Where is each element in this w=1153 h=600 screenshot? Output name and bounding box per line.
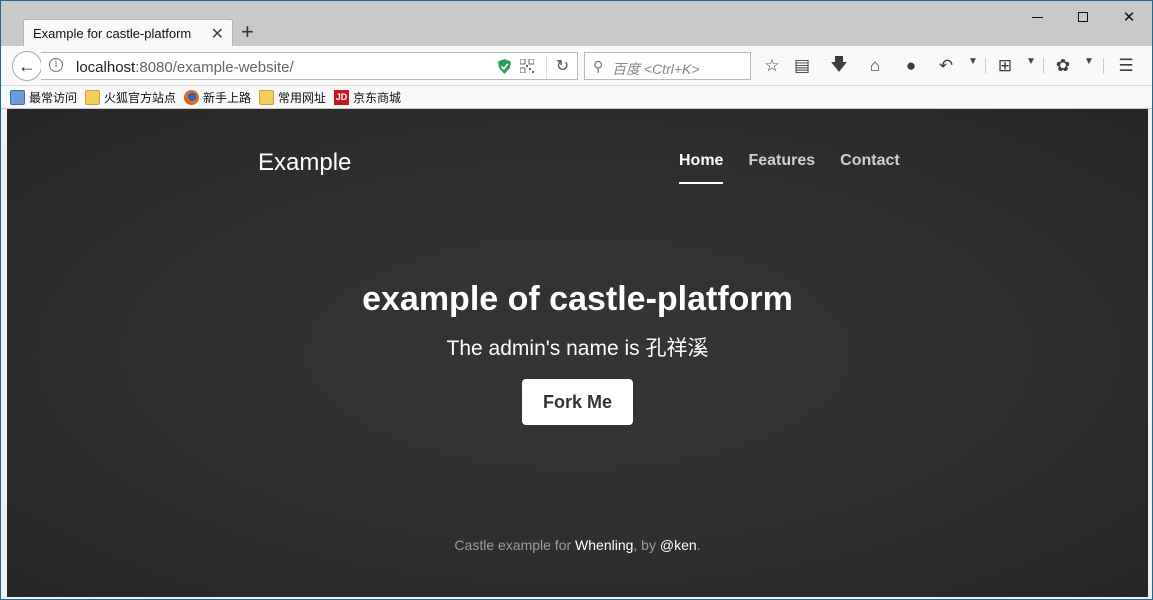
- extension-dropdown-icon[interactable]: ▼: [1084, 56, 1094, 67]
- tab-close-icon[interactable]: ✕: [211, 24, 224, 44]
- qr-code-icon[interactable]: [520, 59, 534, 73]
- hero-title: example of castle-platform: [362, 280, 793, 318]
- download-icon[interactable]: 🡇: [828, 55, 850, 77]
- toolbar-separator: [985, 58, 986, 74]
- close-icon: ✕: [1122, 9, 1136, 26]
- crop-icon[interactable]: ⊞: [994, 55, 1016, 77]
- toolbar-separator: [1103, 58, 1104, 74]
- footer-suffix: .: [696, 537, 701, 553]
- firefox-icon: [184, 90, 199, 105]
- toolbar-separator: [1043, 58, 1044, 74]
- url-host: localhost: [76, 59, 136, 76]
- search-placeholder: 百度 <Ctrl+K>: [612, 61, 700, 77]
- minimize-icon: [1031, 16, 1043, 18]
- most-visited-icon: [10, 90, 25, 105]
- shield-icon[interactable]: [498, 59, 511, 74]
- bookmark-label: 火狐官方站点: [104, 91, 177, 105]
- hamburger-menu-icon[interactable]: ☰: [1115, 55, 1137, 77]
- nav-home[interactable]: Home: [679, 152, 724, 184]
- back-arrow-icon: ←: [18, 55, 36, 76]
- back-button[interactable]: ←: [12, 51, 42, 81]
- bookmark-label: 最常访问: [29, 91, 78, 105]
- bookmark-getting-started[interactable]: 新手上路: [184, 89, 251, 106]
- bookmarks-bar: 最常访问 火狐官方站点 新手上路 常用网址 JD 京东商城: [1, 86, 1152, 109]
- bookmark-label: 京东商城: [353, 91, 402, 105]
- navigation-toolbar: ← i localhost:8080/example-website/ ↻ ⚲ …: [1, 46, 1152, 86]
- browser-window: Example for castle-platform ✕ + ✕ ← i lo…: [0, 0, 1153, 600]
- bookmark-firefox-official[interactable]: 火狐官方站点: [85, 89, 176, 106]
- close-window-button[interactable]: ✕: [1106, 1, 1152, 33]
- minimize-button[interactable]: [1014, 1, 1060, 33]
- url-path: :8080/example-website/: [135, 59, 294, 76]
- footer-middle: , by: [633, 537, 660, 553]
- nav-features[interactable]: Features: [748, 152, 815, 184]
- window-controls: ✕: [1014, 1, 1152, 33]
- tab-strip: Example for castle-platform ✕ + ✕: [1, 1, 1152, 47]
- url-text[interactable]: localhost:8080/example-website/: [76, 59, 294, 76]
- home-icon[interactable]: ⌂: [864, 55, 886, 77]
- bookmark-star-icon[interactable]: ☆: [761, 55, 783, 77]
- reading-list-icon[interactable]: ▤: [791, 55, 813, 77]
- chat-bubble-icon[interactable]: ●: [900, 55, 922, 77]
- bookmark-label: 常用网址: [278, 91, 327, 105]
- bookmark-label: 新手上路: [203, 91, 252, 105]
- search-icon: ⚲: [593, 58, 604, 74]
- bookmark-jd-mall[interactable]: JD 京东商城: [334, 89, 401, 106]
- site-nav: Home Features Contact: [679, 152, 900, 184]
- maximize-button[interactable]: [1060, 1, 1106, 33]
- bookmark-most-visited[interactable]: 最常访问: [10, 89, 77, 106]
- web-page: Example Home Features Contact example of…: [7, 109, 1148, 597]
- undo-icon[interactable]: ↶: [935, 55, 957, 77]
- folder-icon: [85, 90, 100, 105]
- browser-tab[interactable]: Example for castle-platform ✕: [23, 19, 233, 47]
- undo-dropdown-icon[interactable]: ▼: [968, 56, 978, 67]
- extension-icon[interactable]: ✿: [1052, 55, 1074, 77]
- footer-text: Castle example for Whenling, by @ken.: [7, 537, 1148, 553]
- footer-link-ken[interactable]: @ken: [660, 537, 697, 553]
- site-brand[interactable]: Example: [258, 149, 351, 177]
- search-bar[interactable]: ⚲ 百度 <Ctrl+K>: [584, 52, 751, 80]
- bookmark-common-sites[interactable]: 常用网址: [259, 89, 326, 106]
- tab-title: Example for castle-platform: [33, 26, 192, 41]
- info-icon[interactable]: i: [49, 58, 63, 72]
- footer-prefix: Castle example for: [454, 537, 576, 553]
- fork-me-button[interactable]: Fork Me: [522, 379, 633, 425]
- crop-dropdown-icon[interactable]: ▼: [1026, 56, 1036, 67]
- folder-icon: [259, 90, 274, 105]
- reload-icon[interactable]: ↻: [546, 55, 578, 79]
- jd-icon: JD: [334, 90, 349, 105]
- maximize-icon: [1078, 12, 1088, 22]
- url-bar[interactable]: i localhost:8080/example-website/ ↻: [41, 52, 578, 80]
- new-tab-button[interactable]: +: [241, 20, 254, 44]
- footer-link-whenling[interactable]: Whenling: [575, 537, 633, 553]
- nav-contact[interactable]: Contact: [840, 152, 900, 184]
- hero-subtitle: The admin's name is 孔祥溪: [446, 337, 709, 360]
